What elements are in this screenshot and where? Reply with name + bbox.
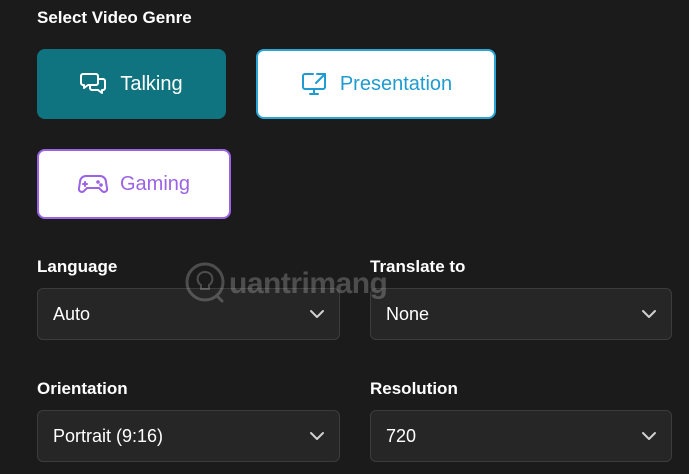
genre-gaming-button[interactable]: Gaming bbox=[37, 149, 231, 219]
translate-value: None bbox=[386, 303, 430, 324]
genre-gaming-label: Gaming bbox=[119, 172, 191, 195]
orientation-select[interactable]: Portrait (9:16) bbox=[37, 410, 340, 462]
chevron-down-icon bbox=[309, 431, 325, 441]
chevron-down-icon bbox=[641, 309, 657, 319]
resolution-label: Resolution bbox=[370, 379, 458, 398]
genre-talking-label: Talking bbox=[120, 72, 183, 95]
genre-section-title: Select Video Genre bbox=[37, 8, 192, 27]
translate-select[interactable]: None bbox=[370, 288, 672, 340]
translate-label: Translate to bbox=[370, 257, 466, 276]
genre-presentation-button[interactable]: Presentation bbox=[256, 49, 496, 119]
resolution-select[interactable]: 720 bbox=[370, 410, 672, 462]
language-label: Language bbox=[37, 257, 118, 276]
language-select[interactable]: Auto bbox=[37, 288, 340, 340]
chevron-down-icon bbox=[641, 431, 657, 441]
language-value: Auto bbox=[53, 303, 91, 324]
gamepad-icon bbox=[77, 172, 108, 196]
orientation-label: Orientation bbox=[37, 379, 128, 398]
resolution-value: 720 bbox=[386, 425, 417, 446]
genre-talking-button[interactable]: Talking bbox=[37, 49, 226, 119]
chevron-down-icon bbox=[309, 309, 325, 319]
orientation-value: Portrait (9:16) bbox=[53, 425, 164, 446]
screen-share-icon bbox=[300, 71, 328, 97]
chat-bubbles-icon bbox=[80, 71, 108, 97]
genre-presentation-label: Presentation bbox=[339, 72, 453, 95]
